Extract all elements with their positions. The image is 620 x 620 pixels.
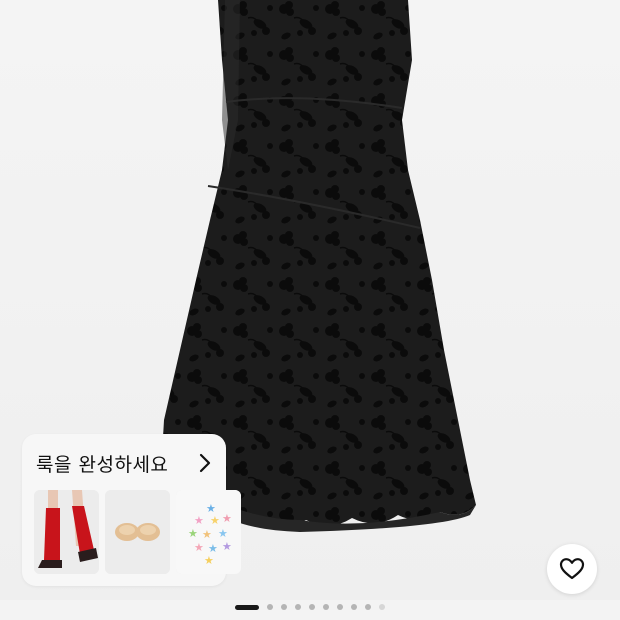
image-carousel-pagination [0,600,620,614]
pagination-dot[interactable] [309,604,315,610]
look-item-bra-pads[interactable] [105,490,170,574]
pagination-dot[interactable] [267,604,273,610]
svg-text:★: ★ [210,514,220,527]
pagination-dot[interactable] [295,604,301,610]
pagination-dot-active[interactable] [235,604,259,610]
look-item-leg-warmers[interactable] [34,490,99,574]
bra-pads-image [105,490,170,574]
svg-text:★: ★ [202,528,212,541]
svg-text:★: ★ [222,540,232,553]
complete-the-look-card: 룩을 완성하세요 ★ ★ ★ ★ ★ ★ ★ ★ ★ ★ ★ [22,434,241,586]
look-item-hair-clips[interactable]: ★ ★ ★ ★ ★ ★ ★ ★ ★ ★ ★ [176,490,241,574]
complete-the-look-title: 룩을 완성하세요 [36,453,169,476]
pagination-dot[interactable] [337,604,343,610]
svg-text:★: ★ [194,514,204,527]
pagination-dot[interactable] [351,604,357,610]
svg-text:★: ★ [194,541,204,554]
chevron-right-icon[interactable] [198,453,212,473]
svg-text:★: ★ [218,527,228,540]
pagination-dot[interactable] [365,604,371,610]
svg-text:★: ★ [188,527,198,540]
heart-icon [559,558,585,580]
pagination-dot[interactable] [281,604,287,610]
pagination-dot[interactable] [379,604,385,610]
star-hair-clips-image: ★ ★ ★ ★ ★ ★ ★ ★ ★ ★ ★ [176,490,241,574]
wishlist-button[interactable] [547,544,597,594]
leg-warmers-image [34,490,99,574]
complete-the-look-items: ★ ★ ★ ★ ★ ★ ★ ★ ★ ★ ★ [34,490,241,574]
svg-text:★: ★ [204,554,214,567]
svg-text:★: ★ [222,512,232,525]
complete-the-look-header[interactable]: 룩을 완성하세요 [36,448,212,478]
pagination-dot[interactable] [323,604,329,610]
